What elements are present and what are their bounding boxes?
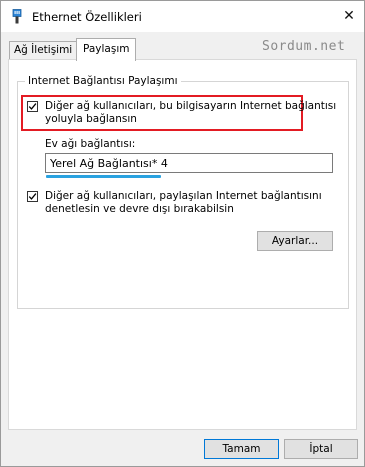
close-button[interactable]: ✕ <box>338 5 360 27</box>
group-title: Internet Bağlantısı Paylaşımı <box>25 75 181 88</box>
allow-connect-label-line1[interactable]: Diğer ağ kullanıcıları, bu bilgisayarın … <box>45 100 336 113</box>
allow-connect-label-line2[interactable]: yoluyla bağlansın <box>45 113 137 126</box>
sharing-panel: Internet Bağlantısı Paylaşımı Diğer ağ k… <box>8 59 357 430</box>
properties-window: Ethernet Özellikleri ✕ Ağ İletişimi Payl… <box>0 0 365 467</box>
allow-control-checkbox[interactable] <box>27 191 38 202</box>
tab-networking[interactable]: Ağ İletişimi <box>9 41 78 59</box>
allow-control-label-line1[interactable]: Diğer ağ kullanıcıları, paylaşılan Inter… <box>45 190 322 203</box>
ethernet-cable-icon <box>10 9 24 24</box>
title-bar[interactable]: Ethernet Özellikleri ✕ <box>1 1 364 32</box>
home-network-value: Yerel Ağ Bağlantısı* 4 <box>50 157 168 170</box>
window-title: Ethernet Özellikleri <box>32 10 142 24</box>
home-network-label: Ev ağı bağlantısı: <box>45 138 136 150</box>
watermark: Sordum.net <box>262 39 346 54</box>
combo-underline <box>46 175 161 178</box>
allow-control-label-line2[interactable]: denetlesin ve devre dışı bırakabilsin <box>45 203 234 216</box>
allow-connect-checkbox[interactable] <box>27 101 38 112</box>
settings-button[interactable]: Ayarlar... <box>257 231 333 251</box>
home-network-select[interactable]: Yerel Ağ Bağlantısı* 4 <box>45 153 333 173</box>
cancel-button[interactable]: İptal <box>284 439 358 459</box>
tab-sharing[interactable]: Paylaşım <box>76 38 137 61</box>
ok-button[interactable]: Tamam <box>204 439 279 459</box>
